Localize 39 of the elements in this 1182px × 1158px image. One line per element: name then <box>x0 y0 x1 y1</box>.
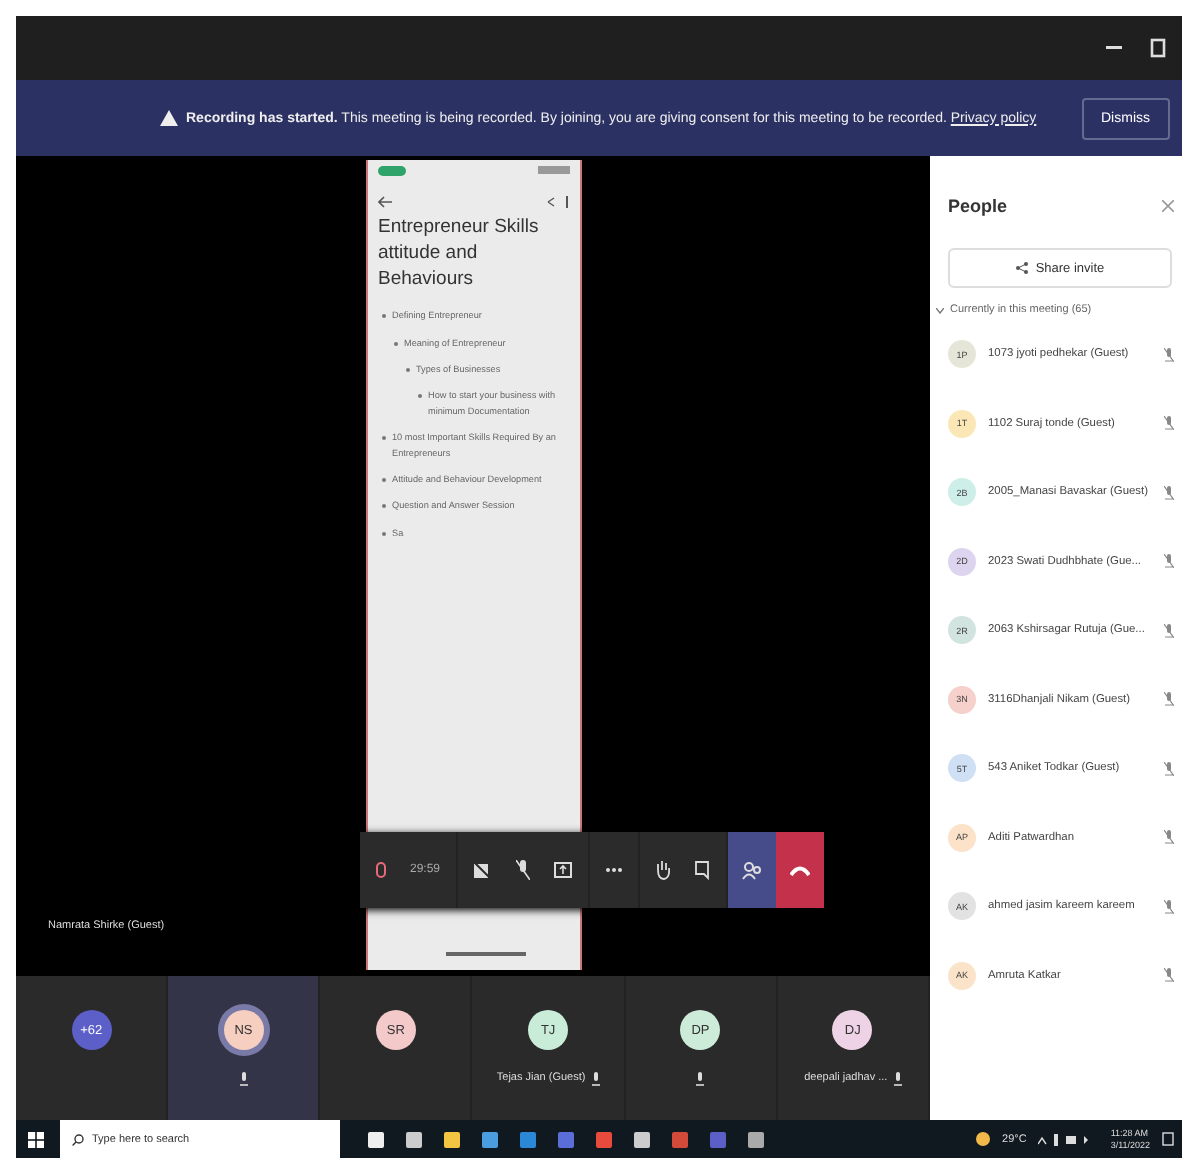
muted-mic-icon <box>1164 761 1174 776</box>
minimize-icon[interactable] <box>1106 46 1122 50</box>
people-icon[interactable] <box>742 861 763 879</box>
muted-mic-icon <box>1164 554 1174 569</box>
share-and-menu-icon[interactable] <box>546 196 570 208</box>
muted-mic-icon <box>1164 692 1174 707</box>
share-icon <box>1015 262 1028 274</box>
muted-mic-icon <box>1164 347 1174 362</box>
search-icon <box>72 1133 84 1145</box>
taskbar-app-icon[interactable] <box>634 1131 650 1147</box>
muted-mic-icon <box>1164 623 1174 638</box>
home-indicator <box>446 952 526 956</box>
taskbar-app-icon[interactable] <box>748 1131 764 1147</box>
muted-mic-icon <box>1164 485 1174 500</box>
muted-mic-icon <box>1164 899 1174 914</box>
mic-off-icon[interactable] <box>516 860 531 880</box>
restore-icon[interactable] <box>1150 38 1166 58</box>
taskbar-app-icon[interactable] <box>406 1131 422 1147</box>
weather-icon <box>976 1132 991 1146</box>
muted-mic-icon <box>1164 968 1174 983</box>
muted-mic-icon <box>1164 830 1174 845</box>
camera-off-icon[interactable] <box>474 861 493 879</box>
share-screen-icon[interactable] <box>554 862 573 878</box>
chat-icon[interactable] <box>694 860 711 880</box>
taskbar-app-icon[interactable] <box>368 1131 384 1147</box>
back-arrow-icon[interactable] <box>378 196 392 208</box>
muted-mic-icon <box>1164 416 1174 431</box>
raise-hand-icon[interactable] <box>656 860 671 880</box>
warning-icon <box>160 110 178 126</box>
windows-start-icon[interactable] <box>28 1131 44 1147</box>
document-title: Entrepreneur Skills attitude and Behaviours <box>378 216 541 293</box>
chevron-down-icon[interactable] <box>936 307 944 313</box>
taskbar-app-icon[interactable] <box>444 1131 460 1147</box>
hang-up-icon[interactable] <box>790 865 811 875</box>
close-icon[interactable] <box>1162 200 1174 212</box>
notification-icon[interactable] <box>1162 1132 1174 1146</box>
recording-icon <box>376 862 386 878</box>
panel-title: People <box>948 196 1008 216</box>
taskbar-app-icon[interactable] <box>482 1131 498 1147</box>
